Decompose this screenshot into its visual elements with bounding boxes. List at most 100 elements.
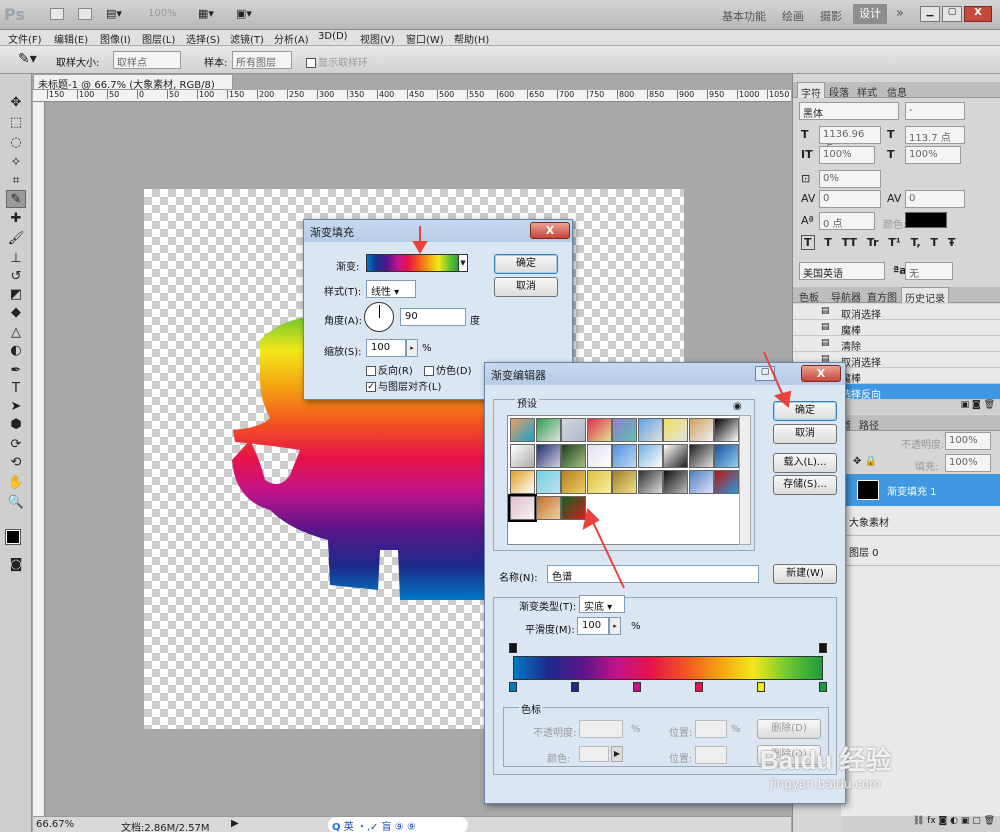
- show-ring-checkbox[interactable]: 显示取样环: [306, 54, 368, 69]
- preset-swatch[interactable]: [561, 470, 586, 494]
- horizontal-scale-input[interactable]: 100%: [905, 146, 961, 164]
- history-item[interactable]: ▤魔棒: [793, 320, 1000, 337]
- 3d-orbit-icon[interactable]: ⟲: [6, 454, 26, 472]
- layer-row-layer0[interactable]: 图层 0: [841, 536, 1000, 566]
- history-brush-icon[interactable]: ↺: [6, 268, 26, 286]
- path-select-icon[interactable]: ➤: [6, 398, 26, 416]
- zoom-tool-icon[interactable]: 🔍: [6, 494, 26, 512]
- font-family-select[interactable]: 黑体: [799, 102, 899, 120]
- minibridge-icon[interactable]: [78, 8, 92, 20]
- lasso-tool-icon[interactable]: ◌: [6, 134, 26, 152]
- preset-swatch[interactable]: [714, 470, 739, 494]
- font-style-select[interactable]: -: [905, 102, 965, 120]
- tab-swatches[interactable]: 色板: [799, 289, 819, 304]
- history-item[interactable]: ▤ 清除: [793, 336, 1000, 353]
- magic-wand-icon[interactable]: ✧: [6, 154, 26, 172]
- preset-swatch[interactable]: [561, 496, 586, 520]
- preset-swatch[interactable]: [535, 496, 561, 520]
- editor-cancel-button[interactable]: 取消: [773, 424, 837, 444]
- preset-swatch[interactable]: [637, 418, 663, 442]
- preset-swatch[interactable]: [714, 418, 739, 442]
- preset-swatch[interactable]: [561, 444, 586, 468]
- type-tool-icon[interactable]: T: [6, 380, 26, 398]
- vertical-scale-input[interactable]: 100%: [819, 146, 875, 164]
- editor-ok-button[interactable]: 确定: [773, 401, 837, 421]
- color-stop-5[interactable]: [757, 682, 765, 692]
- bucket-tool-icon[interactable]: ◆: [6, 304, 26, 322]
- color-stop-1[interactable]: [509, 682, 517, 692]
- preset-swatch[interactable]: [561, 418, 586, 442]
- subscript-icon[interactable]: T,: [911, 236, 921, 249]
- preset-swatch[interactable]: [535, 444, 561, 468]
- workspace-basic[interactable]: 基本功能: [722, 8, 766, 24]
- dither-check-box[interactable]: [424, 366, 434, 376]
- menu-select[interactable]: 选择(S): [186, 31, 220, 46]
- arrange-icon[interactable]: ▦▾: [198, 7, 214, 20]
- menu-layer[interactable]: 图层(L): [142, 31, 175, 46]
- move-tool-icon[interactable]: ✥: [6, 94, 26, 112]
- preset-swatch[interactable]: [663, 418, 688, 442]
- presets-menu-icon[interactable]: ◉: [733, 401, 742, 412]
- preset-swatch[interactable]: [637, 470, 663, 494]
- antialias-select[interactable]: 无: [905, 262, 953, 280]
- preset-swatch[interactable]: [510, 444, 535, 468]
- minimize-button[interactable]: ▁: [920, 6, 940, 22]
- smoothness-stepper[interactable]: ▸: [609, 617, 621, 635]
- close-button[interactable]: X: [964, 6, 992, 22]
- status-arrow-icon[interactable]: ▶: [231, 818, 239, 829]
- preset-swatch[interactable]: [586, 444, 612, 468]
- preset-swatch[interactable]: [535, 470, 561, 494]
- screen-mode-icon[interactable]: ▣▾: [236, 7, 252, 20]
- baseline-input[interactable]: 0 点: [819, 212, 875, 230]
- smoothness-input[interactable]: 100: [577, 617, 609, 635]
- faux-italic-icon[interactable]: T: [824, 236, 832, 249]
- tab-info[interactable]: 信息: [887, 84, 907, 99]
- load-button[interactable]: 载入(L)...: [773, 453, 837, 473]
- input-method-icon[interactable]: Q: [332, 822, 341, 832]
- crop-tool-icon[interactable]: ⌗: [6, 172, 26, 190]
- preset-swatch[interactable]: [510, 418, 535, 442]
- presets-scrollbar[interactable]: [739, 415, 751, 545]
- blur-tool-icon[interactable]: △: [6, 324, 26, 342]
- gradient-bar[interactable]: [513, 656, 823, 680]
- preset-swatch[interactable]: [612, 444, 637, 468]
- superscript-icon[interactable]: T¹: [888, 236, 900, 249]
- preset-swatch[interactable]: [535, 418, 561, 442]
- preset-swatch[interactable]: [688, 444, 714, 468]
- faux-bold-icon[interactable]: T: [801, 235, 815, 250]
- scale-stepper[interactable]: ▸: [406, 339, 418, 357]
- preset-swatch[interactable]: [586, 470, 612, 494]
- preset-swatch[interactable]: [714, 444, 739, 468]
- workspace-paint[interactable]: 绘画: [782, 8, 804, 24]
- layer-fill-input[interactable]: 100%: [945, 454, 991, 472]
- preset-swatch[interactable]: [688, 418, 714, 442]
- hand-tool-icon[interactable]: ✋: [6, 474, 26, 492]
- tab-paragraph[interactable]: 段落: [829, 84, 849, 99]
- stop-color-arrow[interactable]: ▶: [611, 746, 623, 762]
- name-input[interactable]: 色谱: [547, 565, 759, 583]
- editor-minimize-button[interactable]: ▢: [755, 366, 775, 381]
- gradient-fill-cancel-button[interactable]: 取消: [494, 277, 558, 297]
- shape-tool-icon[interactable]: ⬢: [6, 416, 26, 434]
- angle-dial[interactable]: [364, 302, 394, 332]
- preset-swatch[interactable]: [508, 494, 537, 522]
- style-select[interactable]: 线性 ▾: [366, 280, 416, 298]
- lock-icons[interactable]: ✥ 🔒: [853, 456, 877, 467]
- language-select[interactable]: 美国英语: [799, 262, 885, 280]
- preset-swatch[interactable]: [637, 444, 663, 468]
- menu-edit[interactable]: 编辑(E): [54, 31, 88, 46]
- preset-swatch[interactable]: [510, 470, 535, 494]
- menu-view[interactable]: 视图(V): [360, 31, 395, 46]
- opacity-stop-left[interactable]: [509, 643, 517, 653]
- layer-opacity-input[interactable]: 100%: [945, 432, 991, 450]
- marquee-tool-icon[interactable]: ⬚: [6, 114, 26, 132]
- restore-button[interactable]: ▢: [942, 6, 962, 22]
- foreground-color-swatch[interactable]: [5, 529, 21, 545]
- preset-swatch[interactable]: [612, 470, 637, 494]
- gradient-dropdown-arrow[interactable]: ▼: [458, 254, 468, 272]
- opacity-stop-right[interactable]: [819, 643, 827, 653]
- status-zoom[interactable]: 66.67%: [36, 819, 74, 830]
- stop-opacity-position-input[interactable]: [695, 720, 727, 738]
- stop-opacity-input[interactable]: [579, 720, 623, 738]
- workspace-design[interactable]: 设计: [853, 4, 887, 24]
